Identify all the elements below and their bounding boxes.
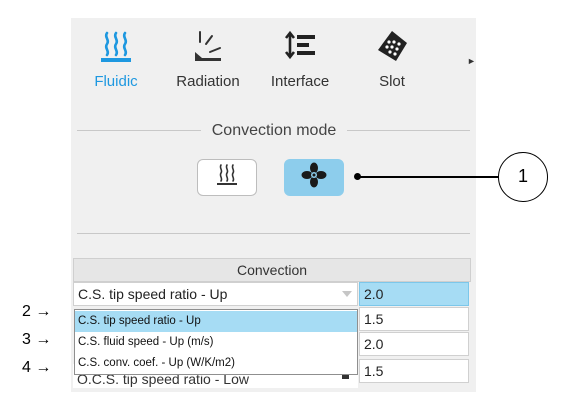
value-cell[interactable]: 1.5 bbox=[359, 307, 469, 331]
section-divider-bottom bbox=[77, 233, 470, 234]
interface-icon bbox=[255, 30, 345, 64]
forced-convection-button[interactable] bbox=[284, 159, 344, 196]
callout-leader-line bbox=[358, 176, 499, 178]
callout-dot bbox=[354, 173, 361, 180]
properties-panel: Fluidic Radiation Interface Slot ► Conve… bbox=[71, 18, 476, 392]
tabs-scroll-right-icon[interactable]: ► bbox=[467, 56, 476, 66]
step-label: 2 → bbox=[22, 303, 52, 320]
chevron-down-icon[interactable] bbox=[342, 291, 352, 297]
value-cell[interactable]: 2.0 bbox=[359, 282, 469, 306]
forced-convection-fan-icon bbox=[301, 162, 327, 193]
parameter-dropdown-list: C.S. tip speed ratio - Up C.S. fluid spe… bbox=[74, 309, 358, 375]
value-cell[interactable]: 1.5 bbox=[359, 359, 469, 383]
dropdown-option[interactable]: C.S. conv. coef. - Up (W/K/m2) bbox=[75, 353, 357, 374]
tab-interface[interactable]: Interface bbox=[255, 18, 345, 98]
callout-number: 1 bbox=[498, 152, 548, 202]
natural-convection-icon bbox=[214, 163, 240, 192]
dropdown-option[interactable]: C.S. fluid speed - Up (m/s) bbox=[75, 332, 357, 353]
step-label: 4 → bbox=[22, 359, 52, 376]
natural-convection-button[interactable] bbox=[197, 159, 257, 196]
parameter-select-value: C.S. tip speed ratio - Up bbox=[78, 286, 228, 302]
dropdown-option[interactable]: C.S. tip speed ratio - Up bbox=[75, 311, 357, 332]
tab-slot[interactable]: Slot bbox=[347, 18, 437, 98]
tab-interface-label: Interface bbox=[270, 73, 330, 90]
parameter-select[interactable]: C.S. tip speed ratio - Up bbox=[73, 282, 358, 306]
tab-radiation[interactable]: Radiation bbox=[163, 18, 253, 98]
convection-mode-title: Convection mode bbox=[201, 122, 347, 140]
radiation-icon bbox=[163, 30, 253, 64]
tab-slot-label: Slot bbox=[379, 73, 405, 90]
heat-waves-icon bbox=[71, 30, 161, 64]
tab-fluidic-label: Fluidic bbox=[94, 73, 138, 90]
value-cell[interactable]: 2.0 bbox=[359, 332, 469, 356]
convection-table-header: Convection bbox=[73, 258, 471, 282]
slot-icon bbox=[347, 30, 437, 64]
step-label: 3 → bbox=[22, 331, 52, 348]
tab-radiation-label: Radiation bbox=[176, 73, 240, 90]
tab-fluidic[interactable]: Fluidic bbox=[71, 18, 161, 98]
